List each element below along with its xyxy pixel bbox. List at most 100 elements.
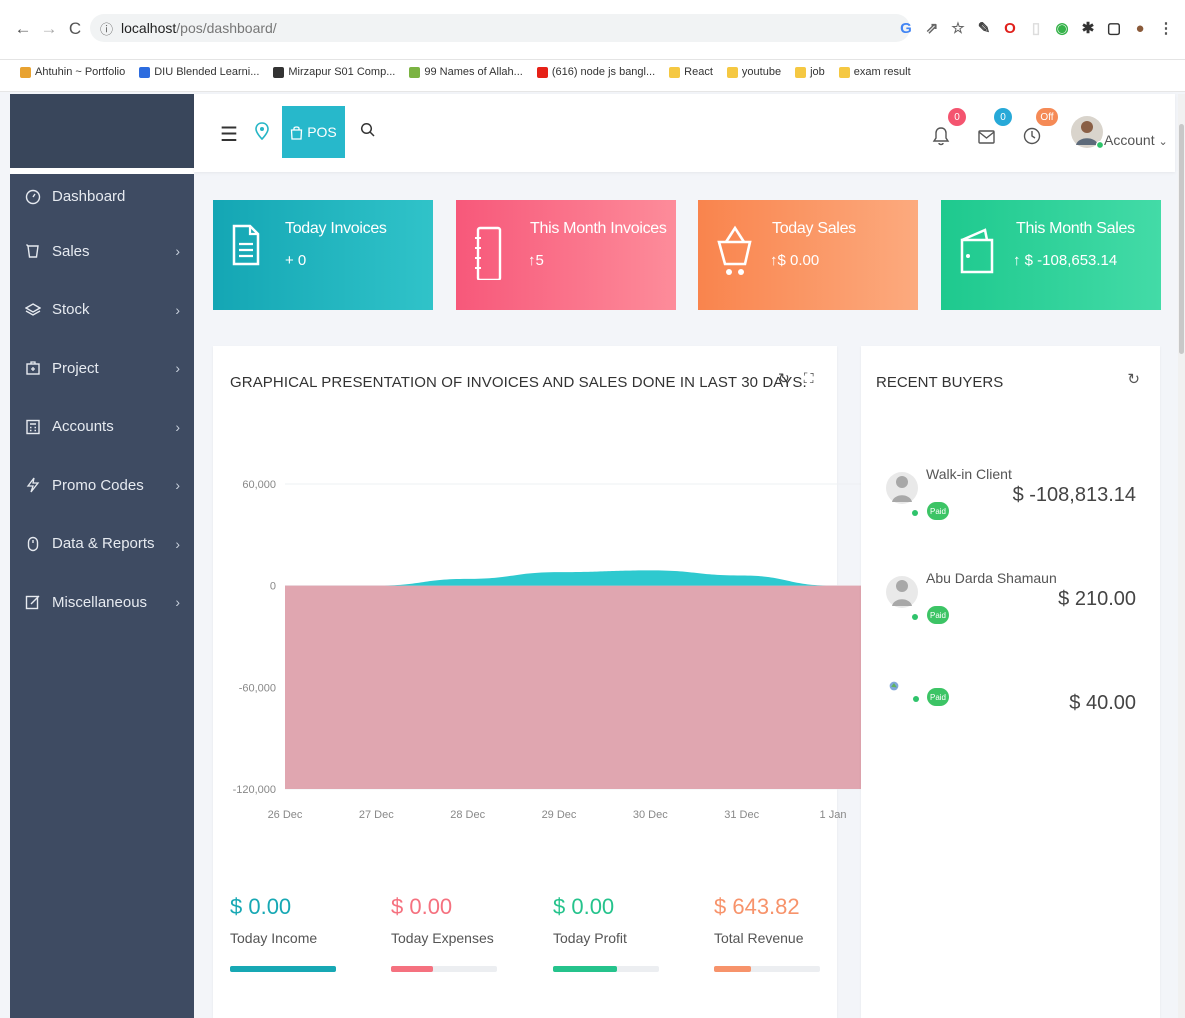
extension-blank-icon[interactable]: ▯ bbox=[1029, 20, 1043, 37]
card-value: + 0 bbox=[285, 252, 307, 269]
online-status-dot bbox=[913, 696, 919, 702]
summary-progress-fill bbox=[391, 966, 434, 972]
browser-toolbar: ← → C ⓘ localhost/pos/dashboard/ G ⇗ ☆ ✎… bbox=[0, 0, 1185, 60]
bookmark-icon bbox=[726, 66, 738, 78]
buyer-row[interactable]: Paid $ 40.00 bbox=[861, 674, 1160, 764]
chevron-right-icon: › bbox=[175, 418, 180, 435]
location-pin-icon[interactable] bbox=[254, 122, 270, 140]
series-area-negative bbox=[285, 585, 861, 789]
card-value: ↑$ 0.00 bbox=[770, 252, 820, 269]
sidebar-item-miscellaneous[interactable]: Miscellaneous › bbox=[10, 573, 194, 632]
x-tick-label: 29 Dec bbox=[542, 809, 577, 821]
pos-button[interactable]: POS bbox=[282, 106, 345, 158]
summary-amount: $ 0.00 bbox=[391, 894, 453, 919]
y-tick-label: 0 bbox=[270, 581, 276, 593]
buyer-amount: $ 210.00 bbox=[1058, 588, 1136, 610]
sidebar-item-data-reports[interactable]: Data & Reports › bbox=[10, 515, 194, 574]
scrollbar-thumb[interactable] bbox=[1179, 124, 1184, 354]
menu-dots-icon[interactable]: ⋮ bbox=[1159, 20, 1174, 37]
bookmark-item[interactable]: Ahtuhin ~ Portfolio bbox=[20, 62, 125, 82]
x-tick-label: 26 Dec bbox=[268, 809, 303, 821]
sidebar-item-sales[interactable]: Sales › bbox=[10, 222, 194, 281]
clock-icon bbox=[1023, 127, 1041, 145]
sidebar-item-accounts[interactable]: Accounts › bbox=[10, 398, 194, 457]
sidebar-item-promo-codes[interactable]: Promo Codes › bbox=[10, 456, 194, 515]
google-icon[interactable]: G bbox=[899, 20, 913, 37]
buyer-row[interactable]: Walk-in Client Paid $ -108,813.14 bbox=[861, 466, 1160, 556]
bag-icon bbox=[291, 125, 303, 140]
bookmark-icon bbox=[838, 66, 850, 78]
address-bar[interactable]: ⓘ localhost/pos/dashboard/ bbox=[90, 14, 910, 42]
pen-icon[interactable]: ✎ bbox=[977, 20, 991, 37]
sidebar-item-label: Accounts bbox=[52, 418, 114, 436]
paid-badge: Paid bbox=[927, 606, 949, 624]
reload-icon[interactable]: C bbox=[62, 19, 88, 39]
x-tick-label: 27 Dec bbox=[359, 809, 394, 821]
buyer-row[interactable]: Abu Darda Shamaun Paid $ 210.00 bbox=[861, 570, 1160, 660]
sidebar-item-project[interactable]: Project › bbox=[10, 339, 194, 398]
sidebar: Dashboard Sales › Stock › Project › Accounts › Pr… bbox=[10, 174, 194, 1018]
forward-icon[interactable]: → bbox=[36, 19, 62, 39]
calculator-icon bbox=[24, 418, 42, 436]
bookmark-item[interactable]: youtube bbox=[726, 62, 782, 82]
search-icon[interactable] bbox=[360, 122, 376, 138]
chevron-right-icon: › bbox=[175, 301, 180, 318]
check-extension-icon[interactable]: ◉ bbox=[1055, 20, 1069, 37]
series-area-positive bbox=[285, 570, 833, 586]
card-month-invoices: This Month Invoices ↑5 bbox=[456, 200, 676, 310]
bookmark-item[interactable]: Mirzapur S01 Comp... bbox=[273, 62, 395, 82]
summary-amount: $ 643.82 bbox=[714, 894, 800, 919]
summary-progress-fill bbox=[553, 966, 617, 972]
avatar-icon bbox=[1071, 116, 1105, 150]
opera-icon[interactable]: O bbox=[1003, 20, 1017, 37]
chevron-right-icon: › bbox=[175, 243, 180, 260]
sidepanel-icon[interactable]: ▢ bbox=[1107, 20, 1121, 37]
page-scrollbar[interactable] bbox=[1178, 94, 1185, 1018]
cup-icon bbox=[24, 242, 42, 260]
document-icon bbox=[232, 224, 260, 266]
bookmark-item[interactable]: exam result bbox=[838, 62, 911, 82]
bookmark-label: 99 Names of Allah... bbox=[424, 66, 523, 78]
x-tick-label: 31 Dec bbox=[724, 809, 759, 821]
profile-icon[interactable]: ● bbox=[1133, 20, 1147, 37]
share-icon[interactable]: ⇗ bbox=[925, 20, 939, 37]
bookmark-item[interactable]: React bbox=[669, 62, 713, 82]
summary-progress bbox=[714, 966, 820, 972]
bookmark-icon bbox=[536, 66, 548, 78]
info-icon[interactable]: ⓘ bbox=[100, 19, 113, 38]
star-icon[interactable]: ☆ bbox=[951, 20, 965, 37]
bookmark-item[interactable]: job bbox=[795, 62, 825, 82]
summary-today-income: $ 0.00 Today Income bbox=[230, 894, 340, 972]
account-menu[interactable]: Account ⌄ bbox=[1104, 132, 1168, 148]
card-title: This Month Sales bbox=[1016, 220, 1135, 237]
account-avatar[interactable] bbox=[1070, 112, 1105, 152]
chevron-right-icon: › bbox=[175, 360, 180, 377]
clock-button[interactable]: Off bbox=[1022, 108, 1058, 150]
bookmark-item[interactable]: DIU Blended Learni... bbox=[139, 62, 259, 82]
basket-icon bbox=[717, 225, 752, 275]
bookmark-item[interactable]: (616) node js bangl... bbox=[536, 62, 655, 82]
refresh-icon[interactable]: ↻ bbox=[1127, 370, 1140, 388]
online-status-dot bbox=[912, 510, 918, 516]
back-icon[interactable]: ← bbox=[10, 19, 36, 39]
buyer-amount: $ 40.00 bbox=[1069, 692, 1136, 714]
sidebar-item-dashboard[interactable]: Dashboard bbox=[10, 174, 194, 222]
bolt-icon bbox=[24, 476, 42, 494]
bookmark-label: youtube bbox=[741, 66, 782, 78]
puzzle-icon[interactable]: ✱ bbox=[1081, 20, 1095, 37]
sidebar-item-label: Stock bbox=[52, 301, 90, 319]
bookmark-label: Ahtuhin ~ Portfolio bbox=[35, 66, 126, 78]
summary-amount: $ 0.00 bbox=[553, 894, 615, 919]
layers-icon bbox=[24, 301, 42, 319]
clock-badge: Off bbox=[1036, 108, 1058, 126]
bookmark-item[interactable]: 99 Names of Allah... bbox=[409, 62, 523, 82]
notifications-button[interactable]: 0 bbox=[930, 108, 966, 150]
bookmark-label: exam result bbox=[853, 66, 911, 78]
messages-button[interactable]: 0 bbox=[976, 108, 1012, 150]
hamburger-menu-icon[interactable]: ☰ bbox=[220, 122, 238, 147]
chart-panel: GRAPHICAL PRESENTATION OF INVOICES AND S… bbox=[213, 346, 861, 1018]
bookmark-label: React bbox=[684, 66, 713, 78]
paid-badge: Paid bbox=[927, 688, 949, 706]
account-label: Account bbox=[1104, 132, 1155, 148]
sidebar-item-stock[interactable]: Stock › bbox=[10, 281, 194, 340]
